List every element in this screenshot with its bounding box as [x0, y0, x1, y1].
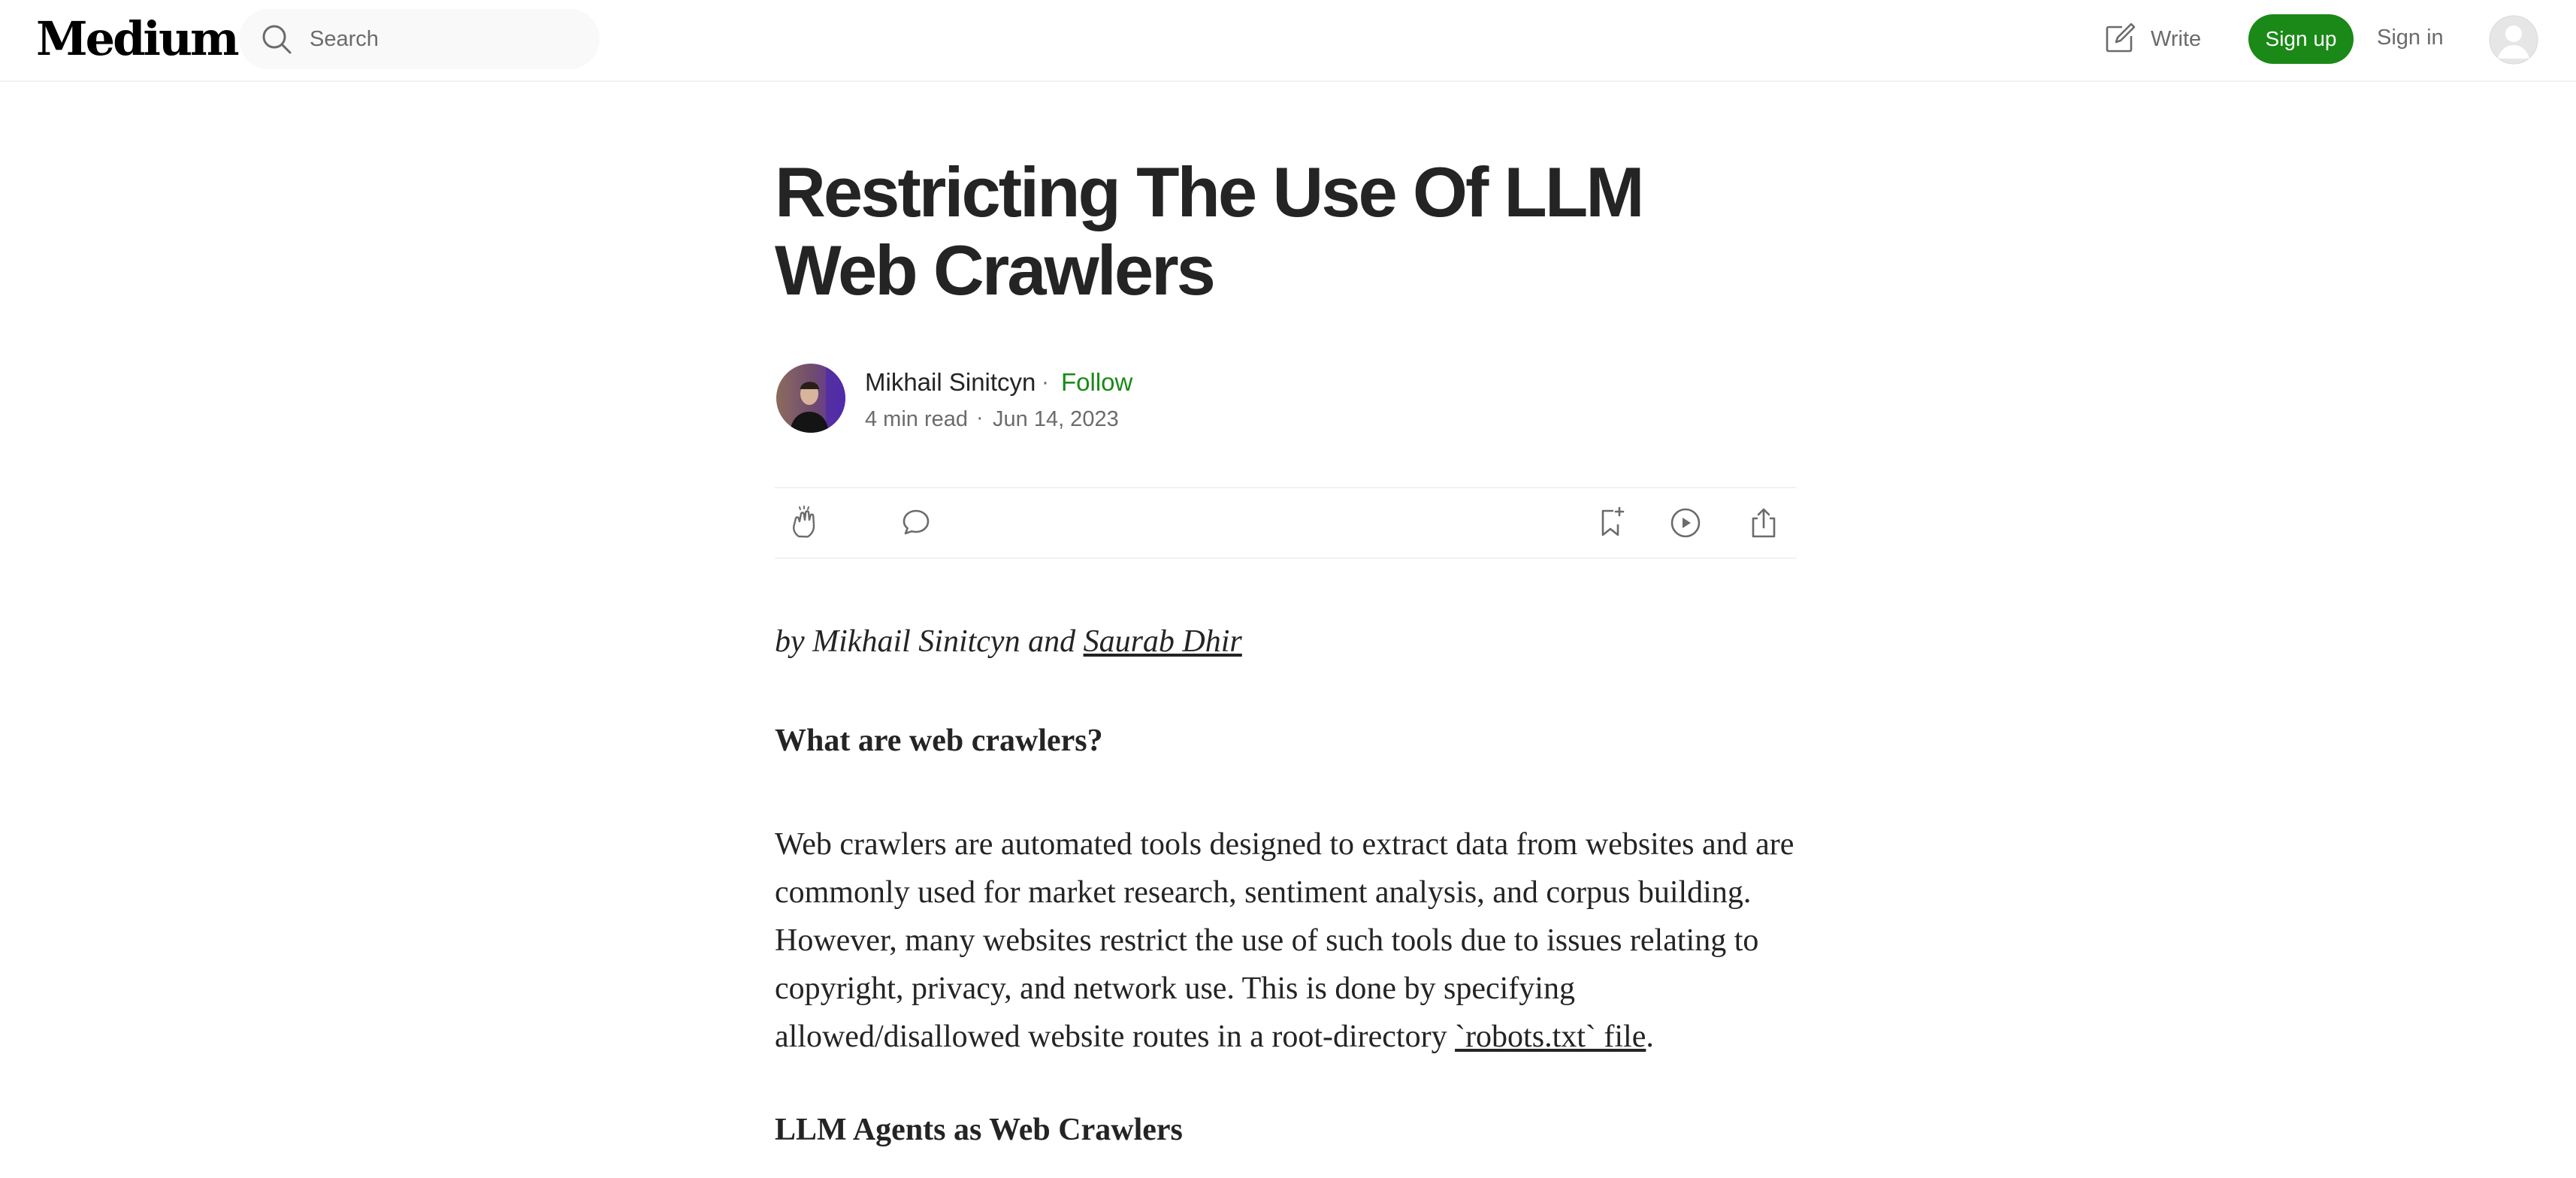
separator-dot: · — [976, 406, 984, 430]
write-button[interactable]: Write — [2101, 20, 2201, 59]
search-box[interactable] — [239, 9, 600, 69]
listen-icon[interactable] — [1667, 505, 1704, 541]
top-navigation: Medium Write Sign up Sign in — [0, 0, 2576, 82]
write-label: Write — [2151, 26, 2202, 51]
author-name[interactable]: Mikhail Sinitcyn — [865, 368, 1036, 397]
write-icon — [2106, 23, 2136, 53]
article-paragraph: Web crawlers are automated tools designe… — [775, 820, 1800, 1061]
article-title: Restricting The Use Of LLM Web Crawlers — [775, 153, 1645, 310]
share-icon[interactable] — [1746, 505, 1782, 541]
user-avatar[interactable] — [2489, 15, 2538, 65]
medium-logo[interactable]: Medium — [36, 11, 240, 68]
author-photo — [776, 364, 845, 433]
coauthor-link[interactable]: Saurab Dhir — [1084, 624, 1242, 659]
separator-dot: · — [1042, 370, 1049, 394]
section-heading: LLM Agents as Web Crawlers — [775, 1113, 1183, 1147]
paragraph-end: . — [1646, 1019, 1654, 1054]
comment-icon[interactable] — [898, 505, 934, 541]
robots-txt-link[interactable]: `robots.txt` file — [1455, 1019, 1646, 1054]
search-input[interactable] — [310, 9, 580, 69]
sign-up-button[interactable]: Sign up — [2248, 14, 2354, 64]
article-action-bar — [775, 487, 1797, 559]
follow-button[interactable]: Follow — [1061, 368, 1132, 397]
read-time: 4 min read — [865, 407, 969, 431]
author-avatar[interactable] — [776, 364, 845, 433]
section-heading: What are web crawlers? — [775, 723, 1103, 758]
article-byline: by Mikhail Sinitcyn and Saurab Dhir — [775, 624, 1242, 660]
byline-prefix: by Mikhail Sinitcyn and — [775, 624, 1084, 659]
bookmark-icon[interactable] — [1592, 505, 1628, 541]
default-avatar-icon — [2489, 15, 2538, 65]
publish-date: Jun 14, 2023 — [993, 407, 1119, 431]
sign-in-link[interactable]: Sign in — [2377, 26, 2444, 50]
search-icon — [262, 25, 292, 54]
clap-icon[interactable] — [787, 505, 823, 541]
